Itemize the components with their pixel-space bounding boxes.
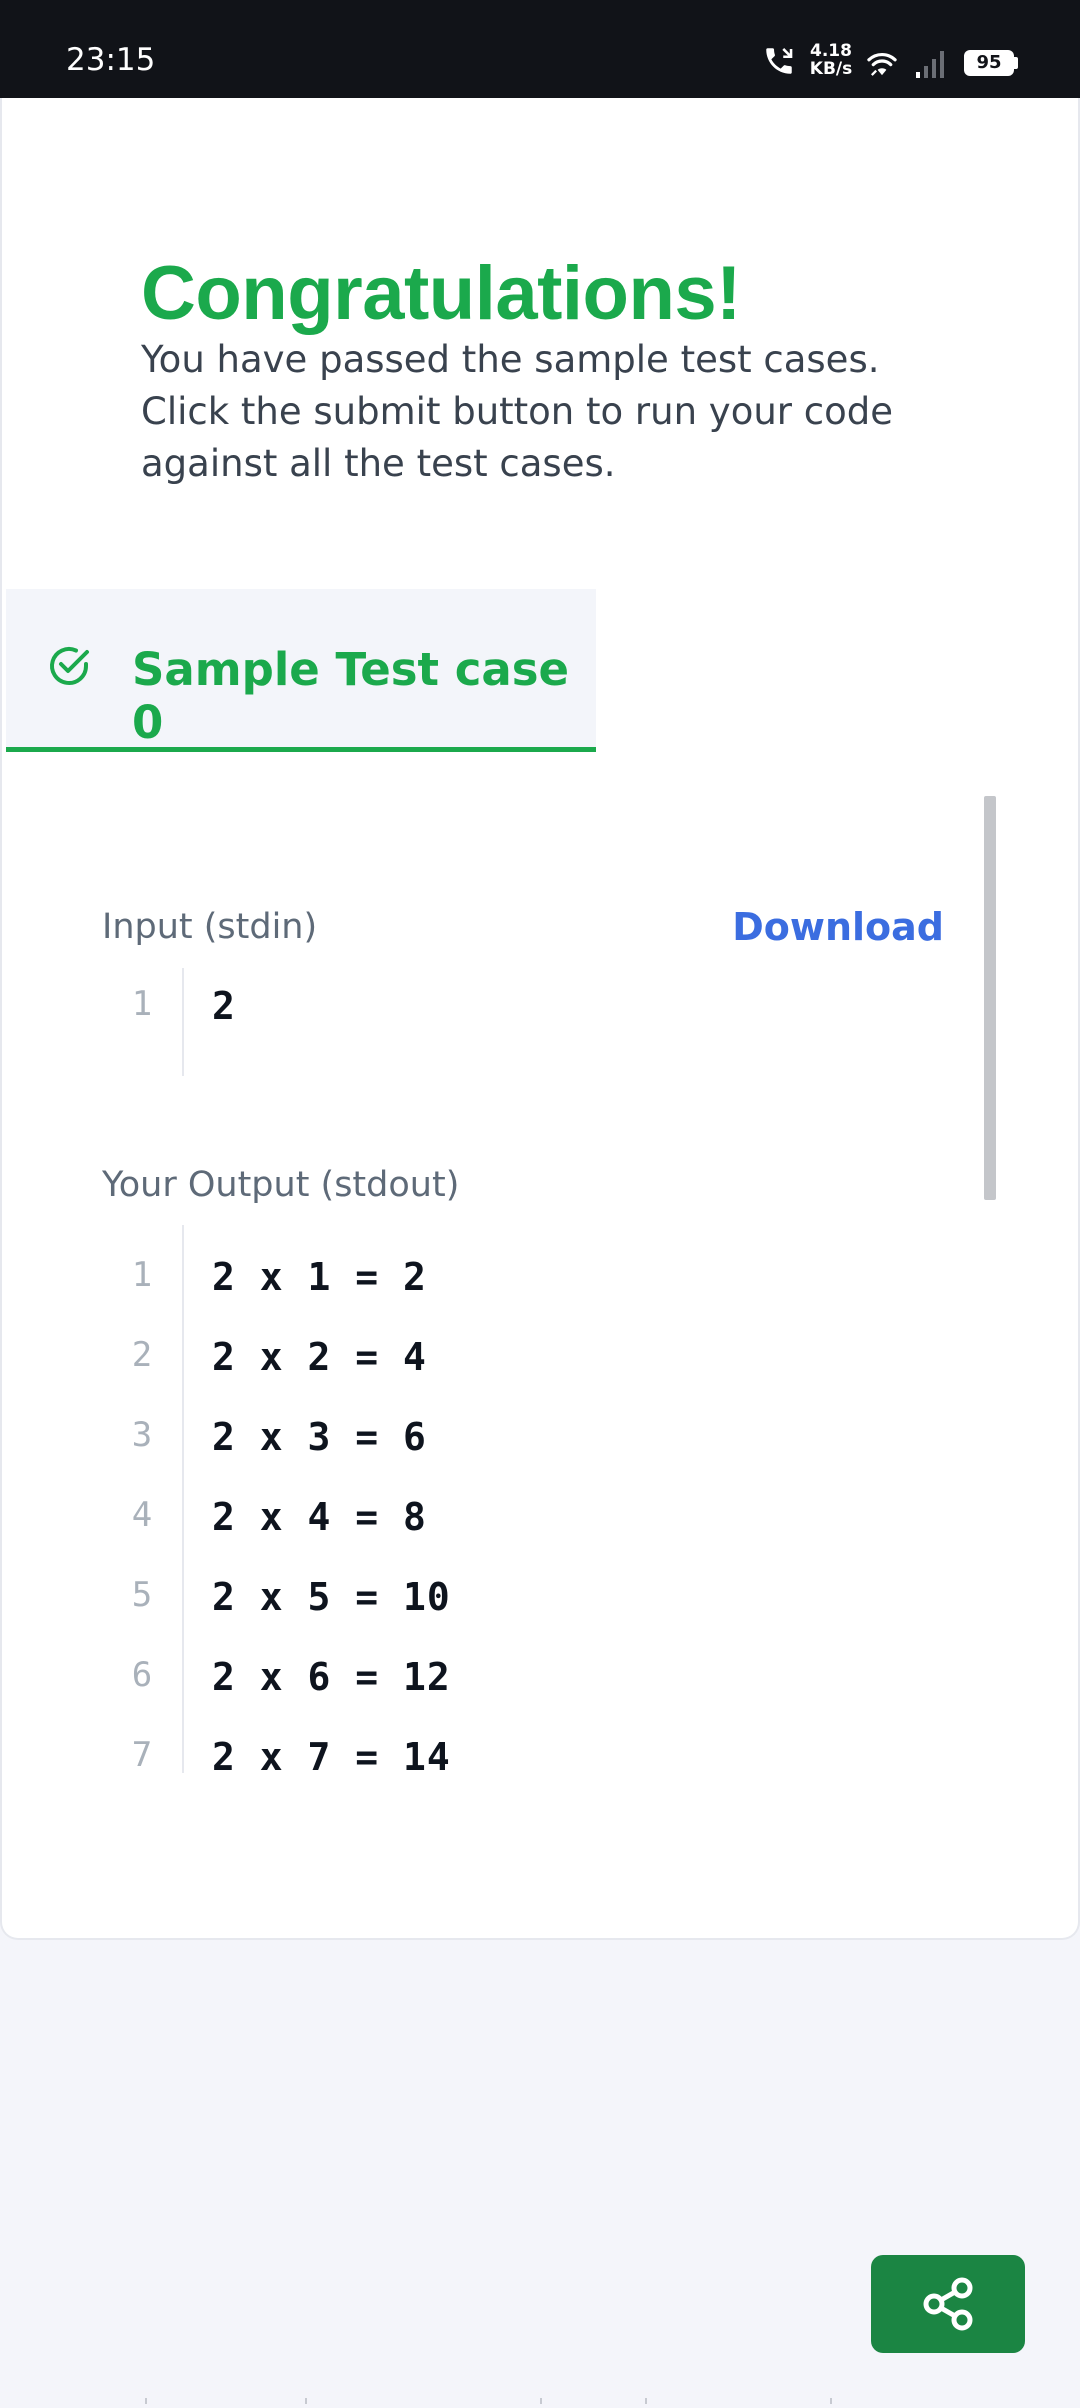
line-text: 2 x 1 = 2 [212,1255,427,1299]
input-code-block: 1 2 [102,968,902,1076]
code-line: 2 2 x 2 = 4 [102,1335,902,1415]
share-button[interactable] [871,2255,1025,2353]
status-time: 23:15 [66,42,156,78]
share-icon [923,2277,973,2331]
code-line: 7 2 x 7 = 14 [102,1735,902,1775]
line-text: 2 [212,984,236,1028]
code-line: 1 2 [102,984,902,1064]
result-title: Congratulations! [141,251,741,336]
scrollbar[interactable] [984,796,996,1200]
signal-icon [916,51,944,78]
status-bar: 23:15 4.18 KB/s 95 [0,0,1080,98]
tab-label: Sample Test case 0 [132,643,570,749]
line-number: 3 [131,1415,153,1455]
call-icon [766,48,793,74]
line-number: 7 [131,1735,153,1775]
line-number: 1 [131,984,153,1024]
line-number: 6 [131,1655,153,1695]
line-text: 2 x 7 = 14 [212,1735,451,1775]
wifi-icon [867,52,897,76]
line-number: 1 [131,1255,153,1295]
line-number: 4 [131,1495,153,1535]
line-number: 5 [131,1575,153,1615]
output-label: Your Output (stdout) [102,1165,460,1205]
code-line: 1 2 x 1 = 2 [102,1255,902,1335]
battery-tip [1014,57,1018,69]
check-circle-icon [50,647,89,685]
battery-icon: 95 [964,50,1014,76]
input-label: Input (stdin) [102,907,318,947]
line-text: 2 x 6 = 12 [212,1655,451,1699]
net-speed-value: 4.18 [810,41,852,61]
code-line: 3 2 x 3 = 6 [102,1415,902,1495]
net-speed: 4.18 KB/s [808,42,854,78]
result-card: Congratulations! You have passed the sam… [0,98,1080,1940]
line-number: 2 [131,1335,153,1375]
code-line: 6 2 x 6 = 12 [102,1655,902,1735]
line-text: 2 x 4 = 8 [212,1495,427,1539]
line-text: 2 x 5 = 10 [212,1575,451,1619]
download-link[interactable]: Download [732,905,944,949]
result-message: You have passed the sample test cases. C… [141,338,893,485]
code-line: 5 2 x 5 = 10 [102,1575,902,1655]
code-line: 4 2 x 4 = 8 [102,1495,902,1575]
bottom-nav-edge [0,2398,1080,2408]
tab-sample-test-case-0[interactable]: Sample Test case 0 [6,589,596,752]
net-speed-unit: KB/s [809,59,853,79]
line-text: 2 x 2 = 4 [212,1335,427,1379]
line-text: 2 x 3 = 6 [212,1415,427,1459]
output-code-block: 1 2 x 1 = 2 2 2 x 2 = 4 3 2 x 3 = 6 4 2 … [102,1225,902,1775]
